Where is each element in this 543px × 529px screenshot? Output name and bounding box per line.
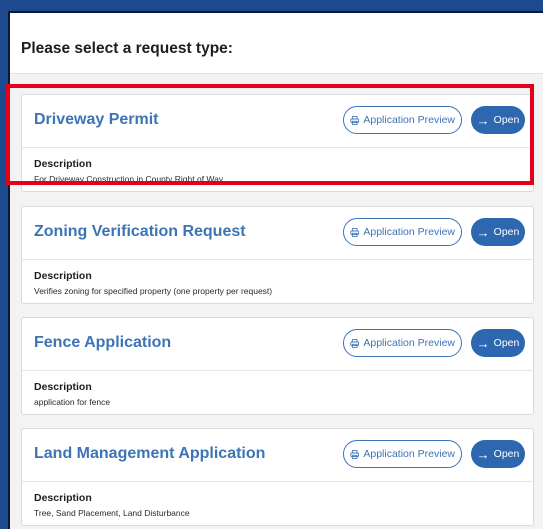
arrow-right-icon: → (476, 112, 490, 128)
card-header: Driveway Permit Application Preview → Op… (22, 95, 533, 148)
application-preview-label: Application Preview (363, 114, 455, 126)
application-preview-label: Application Preview (363, 337, 455, 349)
request-title: Fence Application (34, 334, 172, 351)
open-label: Open (493, 337, 520, 349)
application-preview-button[interactable]: Application Preview (343, 329, 462, 357)
application-preview-label: Application Preview (363, 448, 455, 460)
description-label: Description (34, 492, 92, 504)
application-preview-button[interactable]: Application Preview (343, 440, 462, 468)
description-text: For Driveway Construction in County Righ… (34, 174, 224, 184)
description-text: application for fence (34, 397, 111, 407)
open-label: Open (493, 114, 520, 126)
request-title: Driveway Permit (34, 111, 159, 128)
card-body: Description application for fence (22, 371, 533, 407)
arrow-right-icon: → (476, 446, 490, 462)
request-card-zoning-verification: Zoning Verification Request Application … (21, 206, 534, 304)
open-button[interactable]: → Open (471, 218, 525, 246)
request-title: Zoning Verification Request (34, 223, 246, 240)
card-header: Land Management Application Application … (22, 429, 533, 482)
open-button[interactable]: → Open (471, 106, 525, 134)
request-card-fence-application: Fence Application Application Preview → … (21, 317, 534, 415)
arrow-right-icon: → (476, 224, 490, 240)
card-body: Description Tree, Sand Placement, Land D… (22, 482, 533, 518)
request-title: Land Management Application (34, 445, 266, 462)
request-card-land-management: Land Management Application Application … (21, 428, 534, 526)
request-type-modal: Please select a request type: Driveway P… (8, 11, 543, 529)
open-button[interactable]: → Open (471, 329, 525, 357)
open-label: Open (493, 226, 520, 238)
modal-header: Please select a request type: (10, 13, 543, 74)
printer-icon (350, 338, 360, 348)
description-text: Verifies zoning for specified property (… (34, 286, 273, 296)
description-label: Description (34, 381, 92, 393)
card-header: Fence Application Application Preview → … (22, 318, 533, 371)
card-header: Zoning Verification Request Application … (22, 207, 533, 260)
printer-icon (350, 227, 360, 237)
request-card-driveway-permit: Driveway Permit Application Preview → Op… (21, 94, 534, 192)
card-body: Description For Driveway Construction in… (22, 148, 533, 184)
card-body: Description Verifies zoning for specifie… (22, 260, 533, 296)
description-text: Tree, Sand Placement, Land Disturbance (34, 508, 190, 518)
modal-title: Please select a request type: (21, 40, 233, 57)
printer-icon (350, 115, 360, 125)
application-preview-button[interactable]: Application Preview (343, 218, 462, 246)
open-label: Open (493, 448, 520, 460)
description-label: Description (34, 270, 92, 282)
printer-icon (350, 449, 360, 459)
open-button[interactable]: → Open (471, 440, 525, 468)
description-label: Description (34, 158, 92, 170)
application-preview-button[interactable]: Application Preview (343, 106, 462, 134)
application-preview-label: Application Preview (363, 226, 455, 238)
arrow-right-icon: → (476, 335, 490, 351)
